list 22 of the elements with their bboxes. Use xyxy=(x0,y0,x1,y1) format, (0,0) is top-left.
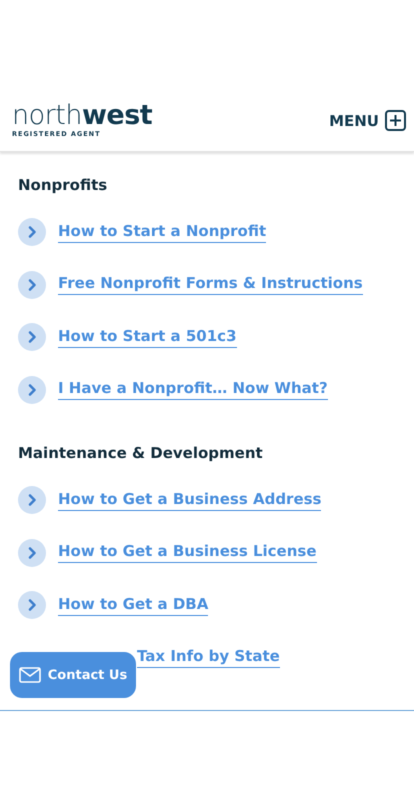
menu-button[interactable]: MENU xyxy=(325,106,410,135)
article-link[interactable]: How to Get a Business Address xyxy=(58,490,322,511)
article-link[interactable]: How to Start a 501c3 xyxy=(58,326,237,348)
article-link[interactable]: I Have a Nonprofit… Now What? xyxy=(58,379,328,400)
plus-icon xyxy=(385,110,406,131)
chevron-icon xyxy=(18,591,46,620)
logo-wordmark[interactable]: northwest xyxy=(12,103,152,129)
article-link[interactable]: Free Nonprofit Forms & Instructions xyxy=(58,274,363,296)
chevron-icon xyxy=(18,538,46,567)
contact-us-button[interactable]: Contact Us xyxy=(10,652,136,698)
article-link[interactable]: How to Get a Business License xyxy=(58,542,317,564)
article-link[interactable]: How to Start a Nonprofit xyxy=(58,222,266,243)
envelope-icon xyxy=(18,667,41,683)
chevron-icon xyxy=(18,376,46,404)
chevron-icon xyxy=(18,486,46,514)
article-link[interactable]: Tax Info by State xyxy=(137,647,280,668)
section-title: Maintenance & Development xyxy=(18,444,264,462)
chevron-icon xyxy=(18,218,46,246)
article-link[interactable]: How to Get a DBA xyxy=(58,594,208,616)
section-title: Nonprofits xyxy=(18,176,108,194)
chevron-icon xyxy=(18,323,46,352)
chevron-icon xyxy=(18,270,46,299)
